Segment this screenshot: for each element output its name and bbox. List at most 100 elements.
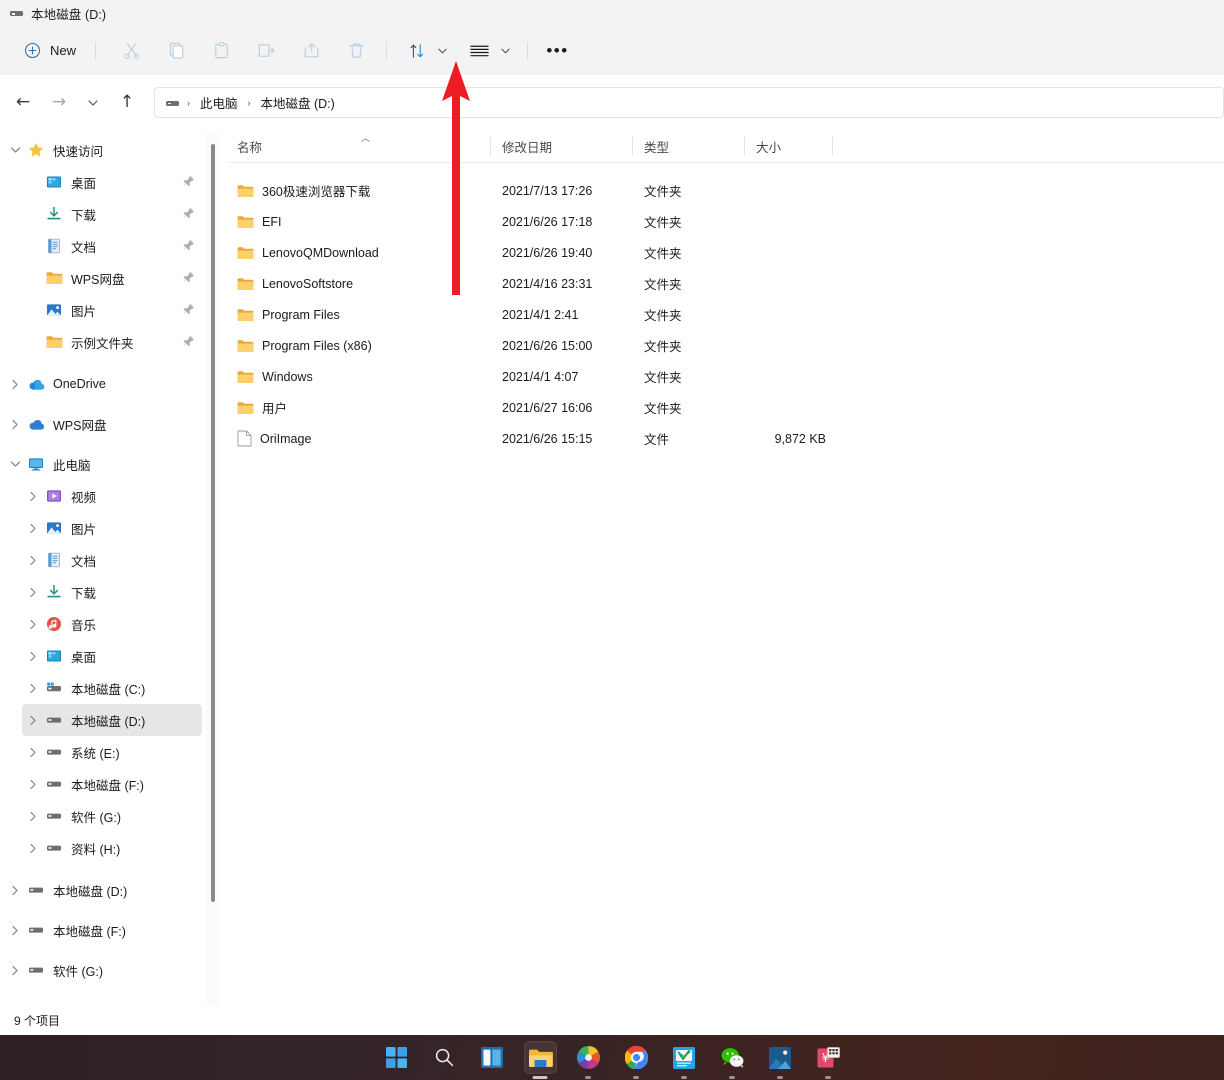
sidebar-item-18[interactable]: 系统 (E:) — [22, 736, 202, 768]
expand-chevron-right-icon[interactable] — [22, 704, 44, 736]
cut-button[interactable] — [115, 34, 148, 67]
more-button[interactable]: ••• — [541, 34, 574, 67]
expand-chevron-right-icon[interactable] — [22, 672, 44, 704]
expand-chevron-right-icon[interactable] — [4, 914, 26, 946]
collapse-chevron-down-icon[interactable] — [4, 134, 26, 166]
search-button[interactable] — [428, 1041, 461, 1074]
view-dropdown-chevron[interactable] — [496, 34, 514, 67]
pin-icon[interactable] — [182, 335, 196, 349]
expand-chevron-right-icon[interactable] — [4, 874, 26, 906]
sidebar-item-6[interactable]: 示例文件夹 — [22, 326, 202, 358]
expand-chevron-right-icon[interactable] — [22, 640, 44, 672]
pin-icon[interactable] — [182, 207, 196, 221]
table-row[interactable]: EFI2021/6/26 17:18文件夹 — [228, 206, 1224, 237]
pin-icon[interactable] — [182, 303, 196, 317]
table-row[interactable]: LenovoSoftstore2021/4/16 23:31文件夹 — [228, 268, 1224, 299]
sort-button[interactable] — [400, 34, 433, 67]
sidebar-item-15[interactable]: 桌面 — [22, 640, 202, 672]
sidebar-item-24[interactable]: 软件 (G:) — [4, 954, 202, 986]
table-row[interactable]: 用户2021/6/27 16:06文件夹 — [228, 392, 1224, 423]
expand-chevron-right-icon[interactable] — [22, 480, 44, 512]
table-row[interactable]: LenovoQMDownload2021/6/26 19:40文件夹 — [228, 237, 1224, 268]
chevron-right-icon — [29, 779, 37, 790]
pictures-icon — [44, 300, 64, 320]
expand-chevron-right-icon[interactable] — [4, 408, 26, 440]
expand-chevron-right-icon[interactable] — [22, 512, 44, 544]
sidebar-item-16[interactable]: 本地磁盘 (C:) — [22, 672, 202, 704]
sidebar-item-23[interactable]: 本地磁盘 (F:) — [4, 914, 202, 946]
sidebar-item-5[interactable]: 图片 — [22, 294, 202, 326]
sort-dropdown-chevron[interactable] — [433, 34, 451, 67]
sidebar-item-19[interactable]: 本地磁盘 (F:) — [22, 768, 202, 800]
sidebar-item-10[interactable]: 视频 — [22, 480, 202, 512]
sidebar-item-20[interactable]: 软件 (G:) — [22, 800, 202, 832]
accounting-button[interactable]: ¥ — [812, 1041, 845, 1074]
view-button[interactable] — [463, 34, 496, 67]
breadcrumb[interactable]: › 此电脑 › 本地磁盘 (D:) — [154, 87, 1224, 118]
table-row[interactable]: OriImage2021/6/26 15:15文件9,872 KB — [228, 423, 1224, 454]
delete-button[interactable] — [340, 34, 373, 67]
sidebar-item-11[interactable]: 图片 — [22, 512, 202, 544]
table-row[interactable]: Windows2021/4/1 4:07文件夹 — [228, 361, 1224, 392]
windows-drive-icon — [46, 682, 62, 694]
task-view-button[interactable] — [476, 1041, 509, 1074]
sidebar-item-3[interactable]: 文档 — [22, 230, 202, 262]
expand-chevron-right-icon[interactable] — [22, 832, 44, 864]
pin-icon[interactable] — [182, 239, 196, 253]
scrollbar-thumb[interactable] — [211, 144, 215, 902]
start-button[interactable] — [380, 1041, 413, 1074]
expand-chevron-right-icon[interactable] — [4, 368, 26, 400]
table-row[interactable]: Program Files2021/4/1 2:41文件夹 — [228, 299, 1224, 330]
sidebar-item-14[interactable]: 音乐 — [22, 608, 202, 640]
chrome-button[interactable] — [620, 1041, 653, 1074]
sidebar-item-9[interactable]: 此电脑 — [4, 448, 202, 480]
sidebar-item-7[interactable]: OneDrive — [4, 368, 202, 400]
column-header-date[interactable]: 修改日期 — [490, 130, 632, 162]
breadcrumb-segment-this-pc[interactable]: 此电脑 — [197, 93, 241, 112]
breadcrumb-segment-drive-d[interactable]: 本地磁盘 (D:) — [258, 93, 338, 112]
foxmail-button[interactable] — [668, 1041, 701, 1074]
pin-icon[interactable] — [182, 175, 196, 189]
file-explorer-button[interactable] — [524, 1041, 557, 1074]
column-header-type[interactable]: 类型 — [632, 130, 744, 162]
back-button[interactable]: ← — [8, 88, 38, 118]
column-header-size[interactable]: 大小 — [744, 130, 832, 162]
new-button[interactable]: New — [16, 34, 88, 67]
expand-chevron-right-icon[interactable] — [22, 736, 44, 768]
sidebar-item-13[interactable]: 下载 — [22, 576, 202, 608]
column-header-name[interactable]: 名称 ︿ — [228, 130, 490, 162]
share-button[interactable] — [295, 34, 328, 67]
expand-chevron-right-icon[interactable] — [22, 768, 44, 800]
forward-button[interactable]: → — [44, 88, 74, 118]
sidebar-item-4[interactable]: WPS网盘 — [22, 262, 202, 294]
up-button[interactable]: ↑ — [112, 88, 142, 118]
recent-locations-button[interactable] — [78, 88, 108, 118]
expand-chevron-right-icon[interactable] — [22, 800, 44, 832]
navigation-pane-scrollbar[interactable] — [206, 132, 220, 1005]
sidebar-item-label: 图片 — [71, 301, 96, 320]
sidebar-item-17[interactable]: 本地磁盘 (D:) — [22, 704, 202, 736]
cell-name: LenovoSoftstore — [228, 277, 490, 291]
expand-chevron-right-icon[interactable] — [22, 608, 44, 640]
expand-chevron-right-icon[interactable] — [4, 954, 26, 986]
sidebar-item-1[interactable]: 桌面 — [22, 166, 202, 198]
sidebar-item-12[interactable]: 文档 — [22, 544, 202, 576]
table-row[interactable]: 360极速浏览器下载2021/7/13 17:26文件夹 — [228, 175, 1224, 206]
sidebar-item-2[interactable]: 下载 — [22, 198, 202, 230]
photos-button[interactable] — [572, 1041, 605, 1074]
sidebar-item-8[interactable]: WPS网盘 — [4, 408, 202, 440]
photo-viewer-button[interactable] — [764, 1041, 797, 1074]
expand-chevron-right-icon[interactable] — [22, 544, 44, 576]
wechat-button[interactable] — [716, 1041, 749, 1074]
sidebar-item-21[interactable]: 资料 (H:) — [22, 832, 202, 864]
pin-icon[interactable] — [182, 271, 196, 285]
rename-button[interactable] — [250, 34, 283, 67]
collapse-chevron-down-icon[interactable] — [4, 448, 26, 480]
sidebar-item-0[interactable]: 快速访问 — [4, 134, 202, 166]
table-row[interactable]: Program Files (x86)2021/6/26 15:00文件夹 — [228, 330, 1224, 361]
expand-chevron-right-icon[interactable] — [22, 576, 44, 608]
sidebar-item-22[interactable]: 本地磁盘 (D:) — [4, 874, 202, 906]
copy-button[interactable] — [160, 34, 193, 67]
sidebar-item-label: 示例文件夹 — [71, 333, 134, 352]
paste-button[interactable] — [205, 34, 238, 67]
